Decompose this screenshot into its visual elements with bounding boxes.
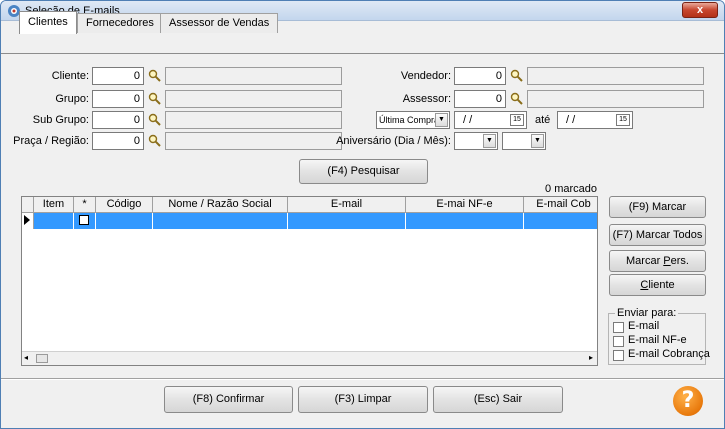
grupo-name-display xyxy=(165,90,342,108)
row-indicator xyxy=(22,213,34,229)
cliente-button[interactable]: Cliente xyxy=(609,274,706,296)
assessor-label: Assessor: xyxy=(402,93,451,105)
cell-nome xyxy=(153,213,288,229)
marcar-button[interactable]: (F9) Marcar xyxy=(609,196,706,218)
aniversario-label: Aniversário (Dia / Mês): xyxy=(336,135,451,147)
date-type-select[interactable]: Última Compra ▼ xyxy=(376,111,450,129)
tab-fornecedores[interactable]: Fornecedores xyxy=(77,13,163,33)
email-cobranca-checkbox-label[interactable]: E-mail Cobrança xyxy=(628,348,710,360)
enviar-para-group: Enviar para: E-mail E-mail NF-e E-mail C… xyxy=(608,307,710,365)
date-type-value: Última Compra xyxy=(379,115,440,125)
cell-codigo xyxy=(96,213,153,229)
vendedor-code-input[interactable]: 0 xyxy=(454,67,506,85)
column-header[interactable]: * xyxy=(74,197,96,213)
help-icon[interactable]: ? xyxy=(673,386,703,416)
column-header[interactable]: E-mai NF-e xyxy=(406,197,524,213)
date-to-value: / / xyxy=(566,114,576,126)
row-indicator-header xyxy=(22,197,34,213)
cliente-label: Cliente: xyxy=(51,70,89,82)
sub-grupo-code-input[interactable]: 0 xyxy=(92,111,144,129)
vendedor-name-display xyxy=(527,67,704,85)
marcar-pers-label: Marcar xyxy=(626,255,664,267)
search-icon[interactable] xyxy=(510,92,523,105)
tab-clientes[interactable]: Clientes xyxy=(19,11,77,34)
praca-regiao-name-display xyxy=(165,132,342,150)
email-cobranca-checkbox[interactable] xyxy=(613,350,624,361)
cliente-code-input[interactable]: 0 xyxy=(92,67,144,85)
column-header[interactable]: E-mail Cob xyxy=(524,197,597,213)
cell-item xyxy=(34,213,74,229)
scroll-right-icon[interactable]: ▸ xyxy=(589,353,593,362)
praca-regiao-label: Praça / Região: xyxy=(13,135,89,147)
results-grid[interactable]: Item * Código Nome / Razão Social E-mail… xyxy=(21,196,598,366)
grupo-label: Grupo: xyxy=(55,93,89,105)
email-nfe-checkbox[interactable] xyxy=(613,336,624,347)
column-header[interactable]: Item xyxy=(34,197,74,213)
row-pointer-icon xyxy=(24,215,30,225)
search-icon[interactable] xyxy=(148,69,161,82)
assessor-code-input[interactable]: 0 xyxy=(454,90,506,108)
scroll-thumb[interactable] xyxy=(36,354,48,363)
search-icon[interactable] xyxy=(148,134,161,147)
row-checkbox[interactable] xyxy=(79,215,89,225)
marked-count: 0 marcado xyxy=(545,183,597,195)
calendar-icon[interactable]: 15 xyxy=(510,114,524,126)
date-from-value: / / xyxy=(463,114,473,126)
marcar-todos-button[interactable]: (F7) Marcar Todos xyxy=(609,224,706,246)
aniversario-mes-select[interactable]: ▼ xyxy=(502,132,546,150)
scroll-left-icon[interactable]: ◂ xyxy=(24,353,28,362)
sub-grupo-name-display xyxy=(165,111,342,129)
cliente-name-display xyxy=(165,67,342,85)
ate-label: até xyxy=(535,114,551,126)
dialog-window: Seleção de E-mails x Clientes Fornecedor… xyxy=(0,0,725,429)
cell-mark[interactable] xyxy=(74,213,96,229)
enviar-para-legend: Enviar para: xyxy=(615,307,679,319)
vendedor-label: Vendedor: xyxy=(400,70,451,82)
search-button[interactable]: (F4) Pesquisar xyxy=(299,159,428,184)
tab-assessor-vendas[interactable]: Assessor de Vendas xyxy=(160,13,279,33)
confirmar-button[interactable]: (F8) Confirmar xyxy=(164,386,293,413)
grid-header: Item * Código Nome / Razão Social E-mail… xyxy=(22,197,597,213)
calendar-icon[interactable]: 15 xyxy=(616,114,630,126)
search-icon[interactable] xyxy=(510,69,523,82)
column-header[interactable]: E-mail xyxy=(288,197,406,213)
email-checkbox[interactable] xyxy=(613,322,624,333)
cell-email-nfe xyxy=(406,213,524,229)
footer-separator xyxy=(1,378,724,380)
sair-button[interactable]: (Esc) Sair xyxy=(433,386,563,413)
marcar-pers-accelerator: P xyxy=(663,255,671,267)
email-checkbox-label[interactable]: E-mail xyxy=(628,320,659,332)
aniversario-dia-select[interactable]: ▼ xyxy=(454,132,498,150)
cliente-button-label: liente xyxy=(648,279,675,291)
email-nfe-checkbox-label[interactable]: E-mail NF-e xyxy=(628,334,687,346)
search-icon[interactable] xyxy=(148,113,161,126)
date-to-input[interactable]: / / 15 xyxy=(557,111,633,129)
column-header[interactable]: Código xyxy=(96,197,153,213)
limpar-button[interactable]: (F3) Limpar xyxy=(298,386,428,413)
column-header[interactable]: Nome / Razão Social xyxy=(153,197,288,213)
chevron-down-icon[interactable]: ▼ xyxy=(483,134,496,148)
chevron-down-icon[interactable]: ▼ xyxy=(435,113,448,127)
grupo-code-input[interactable]: 0 xyxy=(92,90,144,108)
praca-regiao-code-input[interactable]: 0 xyxy=(92,132,144,150)
chevron-down-icon[interactable]: ▼ xyxy=(531,134,544,148)
assessor-name-display xyxy=(527,90,704,108)
horizontal-scrollbar[interactable]: ◂ ▸ xyxy=(22,351,597,365)
close-button[interactable]: x xyxy=(682,2,718,18)
search-icon[interactable] xyxy=(148,92,161,105)
sub-grupo-label: Sub Grupo: xyxy=(32,114,89,126)
cell-email xyxy=(288,213,406,229)
date-from-input[interactable]: / / 15 xyxy=(454,111,527,129)
marcar-pers-button[interactable]: Marcar Pers. xyxy=(609,250,706,272)
marcar-pers-label-end: ers. xyxy=(670,255,689,267)
